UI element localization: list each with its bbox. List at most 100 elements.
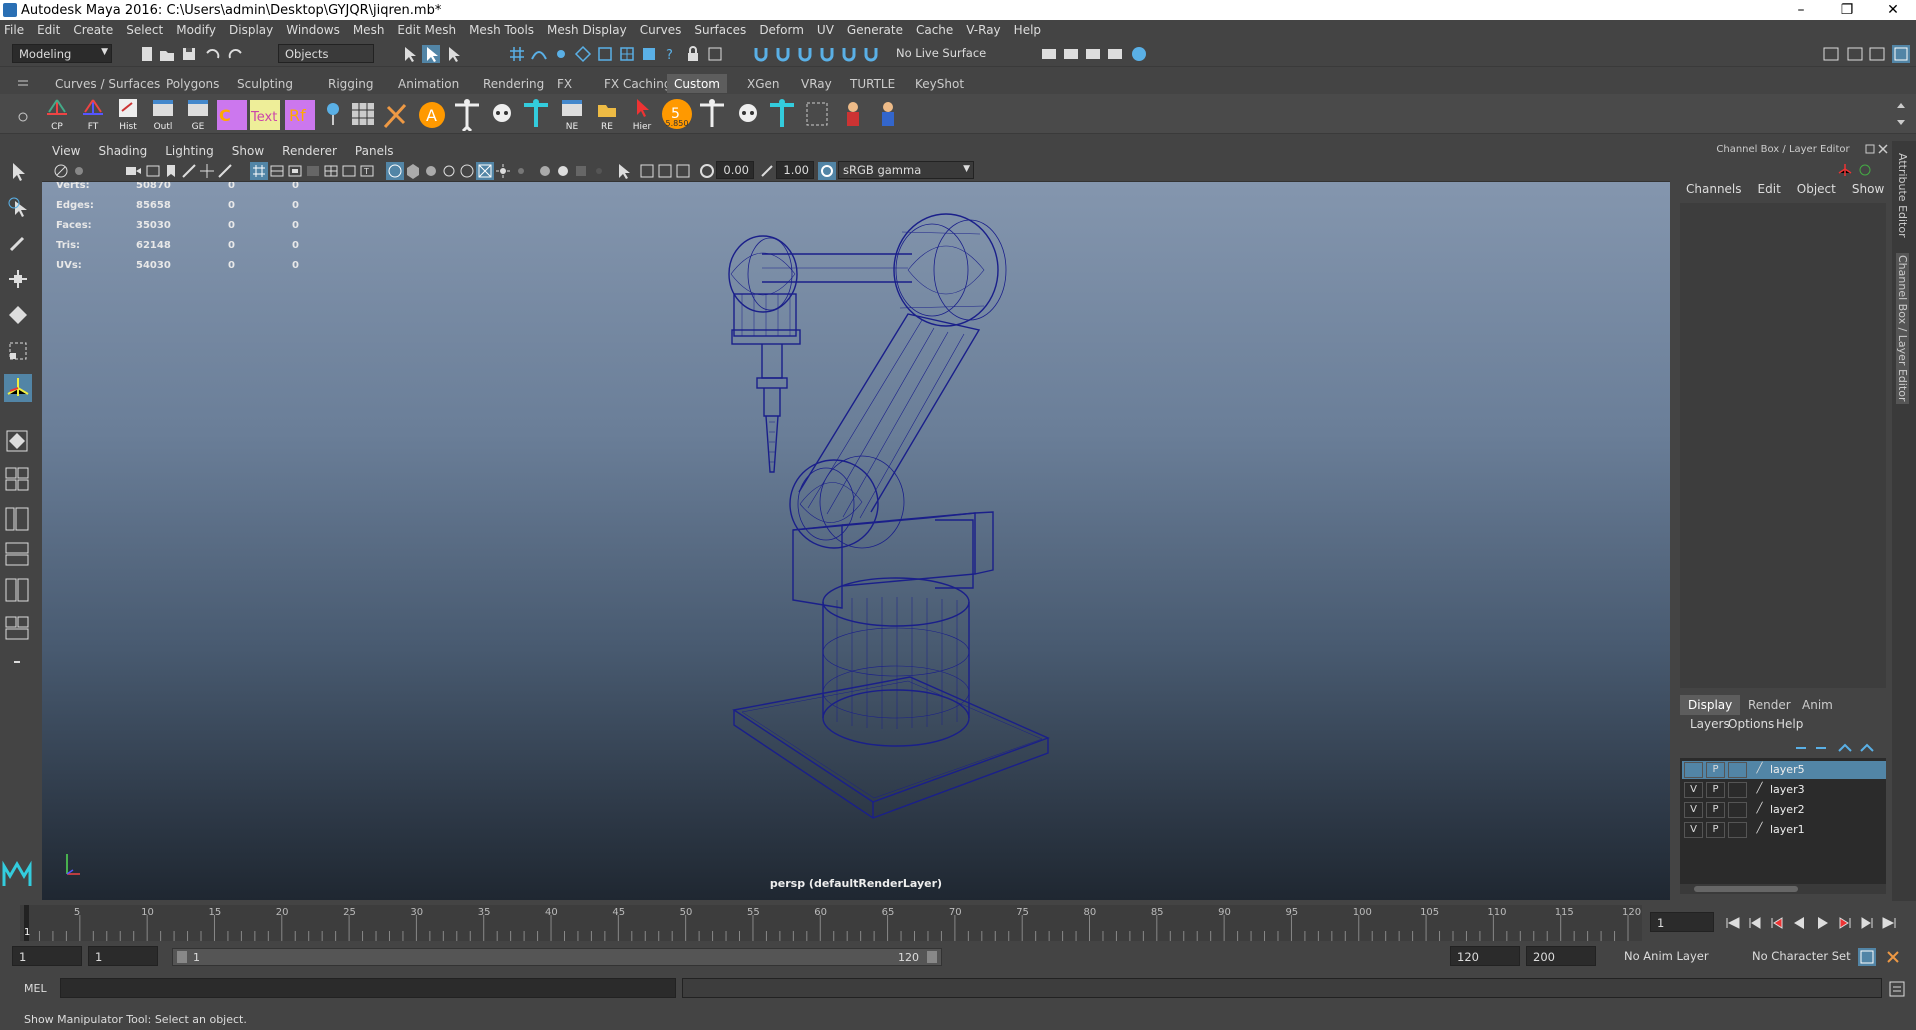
safe-title-icon[interactable]: [340, 162, 358, 180]
lock-icon[interactable]: [684, 45, 702, 63]
snap-live2-icon[interactable]: [862, 45, 880, 63]
minimize-button[interactable]: –: [1778, 0, 1824, 20]
scale-tool-icon[interactable]: [8, 341, 28, 361]
four-view-icon[interactable]: [4, 466, 30, 492]
float-panel-icon[interactable]: [1864, 143, 1876, 155]
snap-curve2-icon[interactable]: [774, 45, 792, 63]
menu-windows[interactable]: Windows: [286, 23, 340, 37]
mel-command-input[interactable]: [60, 978, 676, 998]
exposure-field[interactable]: 0.00: [716, 161, 754, 179]
animation-prefs-icon[interactable]: [1884, 948, 1902, 966]
layer-color-swatch[interactable]: [1728, 782, 1747, 798]
default-lighting-icon[interactable]: [422, 162, 440, 180]
motion-blur-icon[interactable]: [554, 162, 572, 180]
persp-outliner-icon[interactable]: [4, 506, 30, 532]
xray-joints-icon[interactable]: [638, 162, 656, 180]
select-object-icon[interactable]: [422, 45, 440, 63]
shelf-scroll-down-icon[interactable]: [1892, 114, 1910, 132]
shelf-tab-sculpting[interactable]: Sculpting: [230, 74, 300, 93]
film-origin-icon[interactable]: T: [358, 162, 376, 180]
menu-mesh-tools[interactable]: Mesh Tools: [469, 23, 534, 37]
character-set-dropdown[interactable]: No Character Set: [1746, 947, 1868, 966]
safe-action-icon[interactable]: [322, 162, 340, 180]
step-forward-key-icon[interactable]: [1836, 914, 1854, 932]
selection-mode-dropdown[interactable]: Objects: [278, 44, 374, 63]
scene-end-field[interactable]: 200: [1526, 946, 1596, 966]
menu-deform[interactable]: Deform: [759, 23, 804, 37]
channel-menu-edit[interactable]: Edit: [1758, 182, 1781, 202]
layer-row[interactable]: V P ╱ layer1: [1682, 821, 1886, 839]
workspace-icon[interactable]: [1822, 45, 1840, 63]
exposure-icon[interactable]: [698, 162, 716, 180]
smooth-shade-icon[interactable]: [404, 162, 422, 180]
save-scene-icon[interactable]: [180, 45, 198, 63]
image-plane-icon[interactable]: [162, 162, 180, 180]
menu-file[interactable]: File: [4, 23, 24, 37]
layout-hypershade-icon[interactable]: [4, 577, 30, 603]
hier-shelf-button[interactable]: Hier: [627, 97, 657, 132]
text-script-icon[interactable]: Text: [250, 97, 280, 131]
layer-row[interactable]: V P ╱ layer3: [1682, 781, 1886, 799]
select-tool-icon[interactable]: [8, 161, 28, 181]
layer-color-swatch[interactable]: [1728, 802, 1747, 818]
skull2-icon[interactable]: [733, 97, 763, 131]
film-gate-icon[interactable]: [250, 162, 268, 180]
gamma-field[interactable]: 1.00: [776, 161, 814, 179]
cp-script-icon[interactable]: C: [217, 97, 247, 131]
grid-toggle-icon[interactable]: [216, 162, 234, 180]
lasso-tool-icon[interactable]: [8, 197, 28, 217]
grease-pencil-icon[interactable]: [198, 162, 216, 180]
playback-end-field[interactable]: 120: [1450, 946, 1520, 966]
tpose-icon[interactable]: [452, 97, 482, 131]
menu-select[interactable]: Select: [126, 23, 163, 37]
snap-live-icon[interactable]: [596, 45, 614, 63]
menu-uv[interactable]: UV: [817, 23, 834, 37]
snap-point2-icon[interactable]: [796, 45, 814, 63]
shelf-tab-rendering[interactable]: Rendering: [476, 74, 551, 93]
multisample-icon[interactable]: [572, 162, 590, 180]
script-language-label[interactable]: MEL: [24, 982, 47, 995]
field-chart-icon[interactable]: [304, 162, 322, 180]
backface-icon[interactable]: [674, 162, 692, 180]
toggle-panel-icon[interactable]: [1846, 45, 1864, 63]
menu-v-ray[interactable]: V-Ray: [966, 23, 1000, 37]
new-empty-layer-icon[interactable]: [1836, 739, 1854, 757]
layer-menu-help[interactable]: Help: [1776, 717, 1803, 731]
snap-surface-icon[interactable]: [840, 45, 858, 63]
shelf-tab-curves-surfaces[interactable]: Curves / Surfaces: [48, 74, 167, 93]
tpose-white-icon[interactable]: [697, 97, 727, 131]
channel-menu-object[interactable]: Object: [1797, 182, 1836, 202]
menu-display[interactable]: Display: [229, 23, 273, 37]
channel-speed-icon[interactable]: [1856, 161, 1874, 179]
shelf-menu-icon[interactable]: [14, 74, 32, 92]
snap-curve-icon[interactable]: [530, 45, 548, 63]
maximize-button[interactable]: ❐: [1824, 0, 1870, 20]
screen-space-ao-icon[interactable]: [536, 162, 554, 180]
layer-color-swatch[interactable]: [1728, 762, 1747, 778]
version-shelf-button[interactable]: 5 5.850: [660, 97, 694, 131]
wireframe-on-shaded-icon[interactable]: [458, 162, 476, 180]
menu-create[interactable]: Create: [73, 23, 113, 37]
layer-playback-toggle[interactable]: P: [1706, 782, 1725, 798]
cp-shelf-button[interactable]: CP: [42, 97, 72, 132]
redo-icon[interactable]: [226, 45, 244, 63]
ge-shelf-button[interactable]: GE: [183, 97, 213, 132]
shelf-tab-animation[interactable]: Animation: [391, 74, 466, 93]
rf-script-icon[interactable]: Rf: [285, 97, 315, 131]
layer-color-swatch[interactable]: [1728, 822, 1747, 838]
single-view-icon[interactable]: [4, 428, 30, 454]
magnet-snap-icon[interactable]: [752, 45, 770, 63]
snap-grid-icon[interactable]: [508, 45, 526, 63]
menuset-dropdown[interactable]: Modeling ▼: [12, 44, 112, 63]
layer-tab-display[interactable]: Display: [1680, 695, 1741, 715]
play-backwards-icon[interactable]: [1790, 914, 1808, 932]
shelf-tab-custom[interactable]: Custom: [667, 74, 727, 93]
viewport-menu-show[interactable]: Show: [232, 144, 264, 158]
viewport-menu-view[interactable]: View: [52, 144, 80, 158]
select-component-icon[interactable]: [444, 45, 462, 63]
hypershade-icon[interactable]: [1130, 45, 1148, 63]
camera-attributes-icon[interactable]: [124, 162, 142, 180]
move-tool-icon[interactable]: [8, 269, 28, 289]
attribute-editor-tab[interactable]: Attribute Editor: [1896, 153, 1909, 238]
use-all-lights-icon[interactable]: [494, 162, 512, 180]
